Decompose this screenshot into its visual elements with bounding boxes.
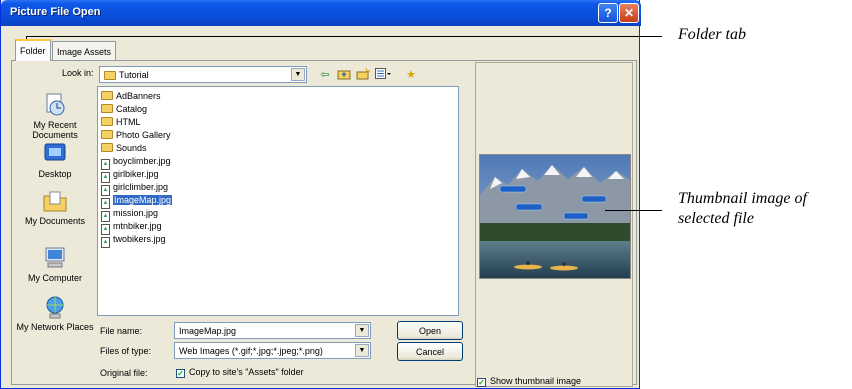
folder-icon xyxy=(101,91,113,100)
look-in-dropdown[interactable]: Tutorial ▼ xyxy=(99,66,307,83)
chevron-down-icon[interactable]: ▼ xyxy=(355,344,369,357)
place-desktop[interactable]: Desktop xyxy=(15,142,95,179)
folder-icon xyxy=(101,117,113,126)
image-file-icon: ▲ xyxy=(101,237,110,248)
folder-icon xyxy=(101,130,113,139)
place-label: Desktop xyxy=(38,169,72,179)
folder-icon xyxy=(104,71,116,80)
tab-label: Folder xyxy=(20,46,46,56)
show-thumbnail-option[interactable]: ✓ Show thumbnail image xyxy=(477,376,582,387)
back-arrow-icon[interactable]: ⇦ xyxy=(317,67,333,81)
folder-icon xyxy=(101,143,113,152)
folder-icon xyxy=(101,104,113,113)
place-label: My Recent Documents xyxy=(32,120,78,140)
files-of-type-value: Web Images (*.gif;*.jpg;*.jpeg;*.png) xyxy=(179,345,323,356)
list-item[interactable]: HTML xyxy=(101,116,143,128)
list-item[interactable]: ▲ boyclimber.jpg xyxy=(101,155,173,170)
list-item[interactable]: AdBanners xyxy=(101,90,163,102)
files-of-type-dropdown[interactable]: Web Images (*.gif;*.jpg;*.jpeg;*.png) ▼ xyxy=(174,342,371,359)
favorites-star-icon[interactable]: ★ xyxy=(403,67,419,81)
my-documents-icon xyxy=(42,189,68,213)
desktop-icon xyxy=(42,142,68,166)
file-name-label: File name: xyxy=(100,326,143,336)
list-item[interactable]: ▲ twobikers.jpg xyxy=(101,233,168,248)
thumbnail-image xyxy=(479,154,631,279)
file-name-value: ImageMap.jpg xyxy=(179,325,237,336)
tab-label: Image Assets xyxy=(57,46,112,57)
files-of-type-label: Files of type: xyxy=(100,346,152,356)
view-menu-icon[interactable] xyxy=(375,67,391,81)
tab-folder[interactable]: Folder xyxy=(15,39,51,61)
list-item[interactable]: Catalog xyxy=(101,103,149,115)
thumbnail-callout-line1: Thumbnail image of xyxy=(678,190,807,207)
place-my-recent-documents[interactable]: My Recent Documents xyxy=(15,93,95,140)
dialog-title: Picture File Open xyxy=(10,6,101,18)
up-folder-icon[interactable] xyxy=(336,67,352,81)
title-bar[interactable]: Picture File Open ? ✕ xyxy=(1,0,641,26)
list-item[interactable]: ▲ mission.jpg xyxy=(101,207,160,222)
copy-to-assets-label: Copy to site's "Assets" folder xyxy=(189,367,304,377)
help-button[interactable]: ? xyxy=(598,3,618,23)
cancel-button[interactable]: Cancel xyxy=(397,342,463,361)
thumbnail-callout-line xyxy=(605,210,662,211)
list-item-selected[interactable]: ▲ ImageMap.jpg xyxy=(101,194,174,209)
place-label: My Documents xyxy=(24,216,86,226)
copy-to-assets-checkbox[interactable]: ✓ xyxy=(176,369,185,378)
place-label: My Computer xyxy=(27,273,82,283)
place-my-network-places[interactable]: My Network Places xyxy=(15,295,95,332)
new-folder-icon[interactable] xyxy=(355,67,371,81)
thumbnail-callout-line2: selected file xyxy=(678,210,754,227)
chevron-down-icon[interactable]: ▼ xyxy=(355,324,369,337)
look-in-label: Look in: xyxy=(62,68,94,78)
list-item[interactable]: ▲ girlclimber.jpg xyxy=(101,181,170,196)
look-in-value: Tutorial xyxy=(119,69,149,80)
list-item[interactable]: Sounds xyxy=(101,142,149,154)
list-item[interactable]: Photo Gallery xyxy=(101,129,173,141)
folder-tab-callout-line xyxy=(26,36,662,37)
network-places-icon xyxy=(42,295,68,319)
list-item[interactable]: ▲ mtnbiker.jpg xyxy=(101,220,164,235)
recent-documents-icon xyxy=(42,93,68,117)
open-button[interactable]: Open xyxy=(397,321,463,340)
chevron-down-icon[interactable]: ▼ xyxy=(291,68,305,81)
picture-file-open-dialog: Picture File Open ? ✕ Image Assets Folde… xyxy=(0,0,641,389)
show-thumbnail-label: Show thumbnail image xyxy=(490,376,582,386)
place-label: My Network Places xyxy=(16,322,94,332)
close-button[interactable]: ✕ xyxy=(619,3,639,23)
file-name-input[interactable]: ImageMap.jpg ▼ xyxy=(174,322,371,339)
list-item[interactable]: ▲ girlbiker.jpg xyxy=(101,168,161,183)
show-thumbnail-checkbox[interactable]: ✓ xyxy=(477,378,486,387)
copy-to-assets-option[interactable]: ✓ Copy to site's "Assets" folder xyxy=(176,367,304,378)
original-file-label: Original file: xyxy=(100,368,148,378)
place-my-documents[interactable]: My Documents xyxy=(15,189,95,226)
place-my-computer[interactable]: My Computer xyxy=(15,246,95,283)
my-computer-icon xyxy=(42,246,68,270)
tab-image-assets[interactable]: Image Assets xyxy=(52,41,117,61)
file-list[interactable]: AdBanners Catalog HTML Photo Gallery Sou… xyxy=(97,86,459,316)
folder-tab-callout: Folder tab xyxy=(678,26,746,43)
